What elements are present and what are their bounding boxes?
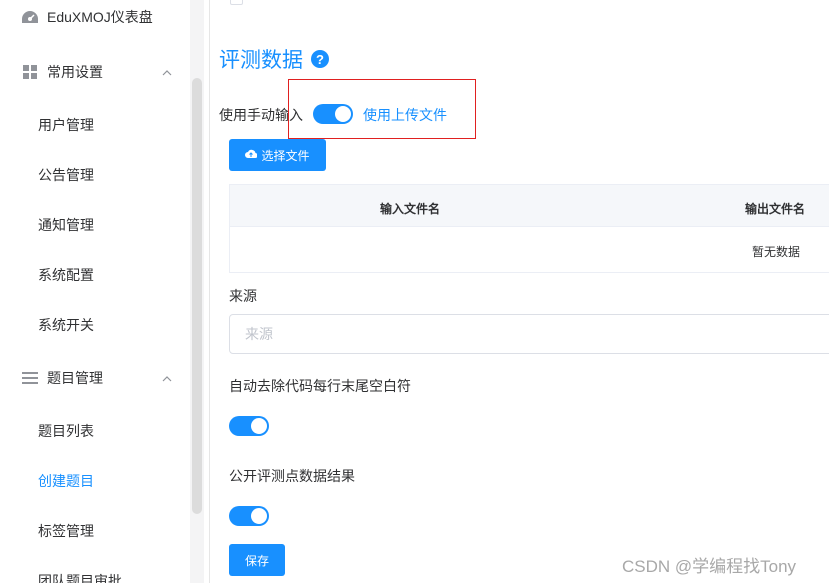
sidebar-item-label: 通知管理 [38, 217, 94, 233]
sidebar-item-label: EduXMOJ仪表盘 [47, 9, 153, 25]
test-data-table: 输入文件名 输出文件名 暂无数据 [229, 184, 829, 273]
switch-knob [251, 418, 267, 434]
sidebar-group-settings[interactable]: 常用设置 [0, 47, 190, 97]
public-results-switch[interactable] [229, 506, 269, 526]
section-title: 评测数据 ? [219, 44, 329, 74]
sidebar-item-tags[interactable]: 标签管理 [0, 506, 190, 556]
cloud-upload-icon [245, 149, 259, 162]
sidebar-group-label: 常用设置 [47, 64, 103, 80]
table-header: 输入文件名 输出文件名 [230, 185, 829, 227]
highlight-box [288, 79, 476, 139]
sidebar-group-problems[interactable]: 题目管理 [0, 353, 190, 403]
column-header-output: 输出文件名 [745, 202, 806, 216]
sidebar-item-label: 系统配置 [38, 267, 94, 283]
choose-file-label: 选择文件 [261, 148, 310, 163]
grid-icon [21, 63, 39, 81]
sidebar-item-create-problem[interactable]: 创建题目 [0, 456, 190, 506]
sidebar: EduXMOJ仪表盘 常用设置 用户管理 公告管理 通知管理 系统配置 系统开关… [0, 0, 210, 583]
sidebar-item-notifications[interactable]: 通知管理 [0, 200, 190, 250]
save-button[interactable]: 保存 [229, 544, 285, 576]
sidebar-item-system-config[interactable]: 系统配置 [0, 250, 190, 300]
column-header-input: 输入文件名 [380, 202, 441, 216]
chevron-up-icon [162, 371, 172, 382]
source-input[interactable] [229, 314, 829, 354]
sidebar-item-label: 系统开关 [38, 317, 94, 333]
public-results-label: 公开评测点数据结果 [229, 468, 355, 484]
sidebar-item-system-switch[interactable]: 系统开关 [0, 300, 190, 350]
sidebar-item-label: 团队题目审批 [38, 573, 122, 583]
help-icon[interactable]: ? [311, 50, 329, 68]
source-label: 来源 [229, 288, 257, 304]
app-root: EduXMOJ仪表盘 常用设置 用户管理 公告管理 通知管理 系统配置 系统开关… [0, 0, 829, 583]
dashboard-icon [21, 8, 39, 26]
sidebar-item-label: 标签管理 [38, 523, 94, 539]
menu-icon [21, 369, 39, 387]
section-title-text: 评测数据 [219, 49, 303, 72]
sidebar-group-label: 题目管理 [47, 370, 103, 386]
sidebar-item-label: 公告管理 [38, 167, 94, 183]
chevron-up-icon [162, 65, 172, 76]
switch-knob [251, 508, 267, 524]
partial-checkbox[interactable] [230, 0, 243, 5]
sidebar-scrollbar-thumb[interactable] [192, 78, 202, 514]
sidebar-item-announcements[interactable]: 公告管理 [0, 150, 190, 200]
main-content: 评测数据 ? 使用手动输入 使用上传文件 选择文件 输入文件名 输出文件名 暂无… [210, 0, 829, 583]
sidebar-item-dashboard[interactable]: EduXMOJ仪表盘 [0, 0, 190, 42]
sidebar-item-users[interactable]: 用户管理 [0, 100, 190, 150]
sidebar-item-label: 创建题目 [38, 473, 94, 489]
trim-whitespace-switch[interactable] [229, 416, 269, 436]
empty-text: 暂无数据 [752, 245, 801, 259]
watermark-text: CSDN @学编程找Tony [622, 557, 797, 576]
sidebar-item-problem-list[interactable]: 题目列表 [0, 406, 190, 456]
trim-whitespace-label: 自动去除代码每行末尾空白符 [229, 378, 411, 394]
sidebar-item-label: 用户管理 [38, 117, 94, 133]
sidebar-item-team-review[interactable]: 团队题目审批 [0, 556, 190, 583]
choose-file-button[interactable]: 选择文件 [229, 139, 326, 171]
sidebar-item-label: 题目列表 [38, 423, 94, 439]
save-label: 保存 [244, 553, 269, 568]
